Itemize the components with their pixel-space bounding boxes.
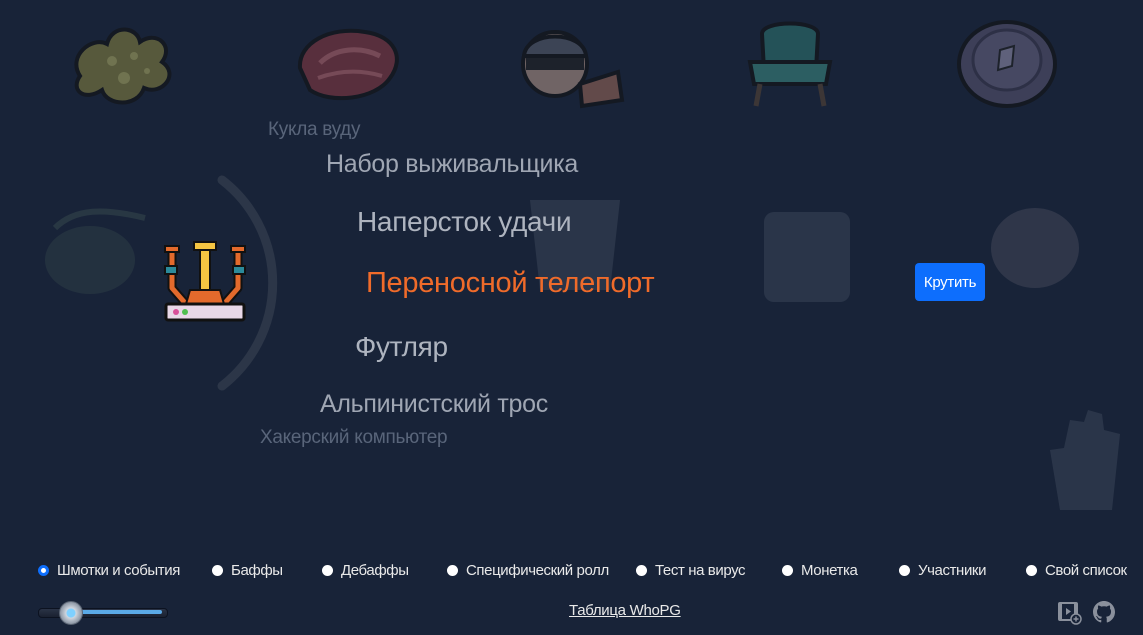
radio-button[interactable] xyxy=(322,565,333,576)
radio-button[interactable] xyxy=(899,565,910,576)
mode-label: Шмотки и события xyxy=(57,562,180,579)
wheel-item: Наперсток удачи xyxy=(357,206,572,237)
mode-option[interactable]: Монетка xyxy=(782,562,858,579)
wheel-item: Хакерский компьютер xyxy=(260,427,448,448)
radio-button[interactable] xyxy=(38,565,49,576)
slider-thumb[interactable] xyxy=(59,601,83,625)
mode-option[interactable]: Специфический ролл xyxy=(447,562,609,579)
whopg-table-link[interactable]: Таблица WhoPG xyxy=(569,602,681,619)
mode-label: Тест на вирус xyxy=(655,562,746,579)
mode-option[interactable]: Баффы xyxy=(212,562,283,579)
video-add-icon[interactable] xyxy=(1058,601,1082,625)
coin-icon xyxy=(957,20,1057,108)
mode-label: Баффы xyxy=(231,562,283,579)
mode-option[interactable]: Тест на вирус xyxy=(636,562,746,579)
armchair-icon xyxy=(747,21,833,107)
volume-slider[interactable] xyxy=(38,601,168,625)
mode-selector: Шмотки и события Баффы Дебаффы Специфиче… xyxy=(0,562,1143,586)
mode-label: Специфический ролл xyxy=(466,562,609,579)
portable-teleport-icon xyxy=(164,241,246,322)
mode-option[interactable]: Свой список xyxy=(1026,562,1127,579)
mode-label: Участники xyxy=(918,562,987,579)
wheel-item: Альпинистский трос xyxy=(320,390,548,418)
github-icon[interactable] xyxy=(1093,601,1115,623)
wheel-item: Кукла вуду xyxy=(268,119,361,140)
mode-label: Дебаффы xyxy=(341,562,409,579)
radio-button[interactable] xyxy=(782,565,793,576)
mode-label: Свой список xyxy=(1045,562,1127,579)
wheel-item-selected: Переносной телепорт xyxy=(366,267,655,299)
robber-icon xyxy=(521,30,625,109)
spin-button[interactable]: Крутить xyxy=(915,263,985,301)
pig-icon xyxy=(991,208,1079,288)
meat-icon xyxy=(297,28,399,101)
mode-label: Монетка xyxy=(801,562,858,579)
radio-button[interactable] xyxy=(447,565,458,576)
radio-button[interactable] xyxy=(212,565,223,576)
hand-icon xyxy=(1050,410,1120,510)
cauldron-icon xyxy=(45,208,146,294)
mode-option[interactable]: Шмотки и события xyxy=(38,562,180,579)
vest-icon xyxy=(764,212,850,302)
radio-button[interactable] xyxy=(1026,565,1037,576)
radio-button[interactable] xyxy=(636,565,647,576)
wheel-item: Набор выживальщика xyxy=(326,150,579,178)
wheel-item: Футляр xyxy=(355,331,448,362)
slime-icon xyxy=(74,27,172,105)
mode-option[interactable]: Дебаффы xyxy=(322,562,409,579)
mode-option[interactable]: Участники xyxy=(899,562,986,579)
